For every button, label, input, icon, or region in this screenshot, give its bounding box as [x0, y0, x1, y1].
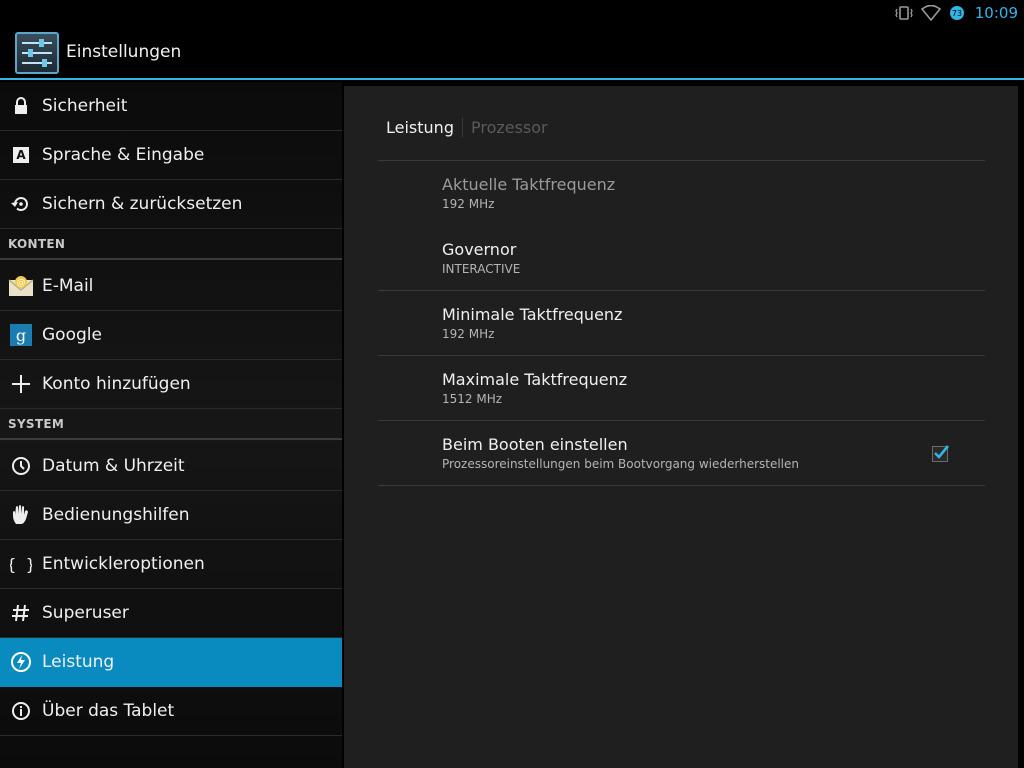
hash-icon: [0, 589, 42, 638]
sidebar-item-add-account[interactable]: Konto hinzufügen: [0, 360, 342, 409]
sidebar-item-label: Leistung: [42, 652, 115, 672]
sidebar-item-about[interactable]: Über das Tablet: [0, 687, 342, 736]
performance-icon: [0, 638, 42, 687]
svg-text:g: g: [16, 326, 26, 345]
sidebar-item-label: Konto hinzufügen: [42, 374, 191, 394]
svg-text:{ }: { }: [10, 555, 32, 574]
pref-summary: 192 MHz: [442, 197, 495, 211]
sidebar-item-label: Sicherheit: [42, 96, 128, 116]
backup-icon: [0, 180, 42, 229]
battery-level: 73: [952, 9, 962, 18]
section-header-system: SYSTEM: [0, 409, 342, 440]
section-header-accounts: KONTEN: [0, 229, 342, 260]
status-bar: 73 10:09: [0, 0, 1024, 25]
divider: [378, 355, 985, 356]
braces-icon: { }: [0, 540, 42, 589]
pref-current-frequency: Aktuelle Taktfrequenz 192 MHz: [442, 175, 615, 211]
svg-text:A: A: [16, 148, 26, 162]
email-icon: @: [0, 262, 42, 311]
main-panel: Leistung Prozessor Aktuelle Taktfrequenz…: [344, 86, 1018, 768]
sidebar-item-label: Sichern & zurücksetzen: [42, 194, 243, 214]
settings-sliders-icon[interactable]: [15, 32, 59, 74]
tab-bar: Leistung Prozessor: [386, 116, 548, 138]
pref-title: Aktuelle Taktfrequenz: [442, 175, 616, 194]
sidebar-item-developer-options[interactable]: { } Entwickleroptionen: [0, 540, 342, 589]
add-icon: [0, 360, 42, 409]
sidebar-item-performance[interactable]: Leistung: [0, 638, 342, 687]
action-bar: Einstellungen: [0, 25, 1024, 80]
divider: [378, 485, 985, 486]
vibrate-icon: [895, 5, 913, 21]
hand-icon: [0, 491, 42, 540]
sidebar: Sicherheit A Sprache & Eingabe Sichern &…: [0, 82, 342, 768]
pref-summary: Prozessoreinstellungen beim Bootvorgang …: [442, 457, 799, 471]
pref-set-on-boot[interactable]: Beim Booten einstellen Prozessoreinstell…: [442, 435, 799, 471]
language-icon: A: [0, 131, 42, 180]
sidebar-item-label: Sprache & Eingabe: [42, 145, 205, 165]
divider: [378, 290, 985, 291]
sidebar-item-label: Über das Tablet: [42, 701, 175, 721]
clock: 10:09: [974, 3, 1018, 22]
pref-summary: 1512 MHz: [442, 392, 503, 406]
sidebar-item-label: Google: [42, 325, 102, 345]
pref-max-frequency[interactable]: Maximale Taktfrequenz 1512 MHz: [442, 370, 627, 406]
pref-summary: 192 MHz: [442, 327, 495, 341]
divider: [378, 420, 985, 421]
sidebar-item-label: E-Mail: [42, 276, 94, 296]
sidebar-item-backup[interactable]: Sichern & zurücksetzen: [0, 180, 342, 229]
pref-title: Maximale Taktfrequenz: [442, 370, 628, 389]
sidebar-item-security[interactable]: Sicherheit: [0, 82, 342, 131]
sidebar-item-accessibility[interactable]: Bedienungshilfen: [0, 491, 342, 540]
sidebar-item-superuser[interactable]: Superuser: [0, 589, 342, 638]
pref-governor[interactable]: Governor INTERACTIVE: [442, 240, 520, 276]
clock-icon: [0, 442, 42, 491]
sidebar-item-language[interactable]: A Sprache & Eingabe: [0, 131, 342, 180]
tab-processor[interactable]: Prozessor: [463, 118, 548, 137]
page-title: Einstellungen: [66, 42, 182, 62]
pref-title: Beim Booten einstellen: [442, 435, 628, 454]
sidebar-item-label: Bedienungshilfen: [42, 505, 190, 525]
info-icon: [0, 687, 42, 736]
pref-title: Governor: [442, 240, 517, 259]
svg-text:@: @: [17, 278, 26, 288]
checkmark-icon: [934, 445, 950, 459]
sidebar-item-label: Datum & Uhrzeit: [42, 456, 185, 476]
sidebar-item-google[interactable]: g Google: [0, 311, 342, 360]
sidebar-item-date-time[interactable]: Datum & Uhrzeit: [0, 442, 342, 491]
divider: [378, 160, 985, 161]
sidebar-item-email[interactable]: @ E-Mail: [0, 262, 342, 311]
tab-performance[interactable]: Leistung: [386, 117, 463, 137]
sidebar-item-label: Entwickleroptionen: [42, 554, 205, 574]
lock-icon: [0, 82, 42, 131]
sidebar-item-label: Superuser: [42, 603, 129, 623]
set-on-boot-checkbox[interactable]: [932, 445, 950, 462]
wifi-icon: [920, 4, 941, 21]
battery-icon: 73: [949, 5, 965, 21]
pref-summary: INTERACTIVE: [442, 262, 521, 276]
section-label: SYSTEM: [8, 417, 65, 431]
pref-min-frequency[interactable]: Minimale Taktfrequenz 192 MHz: [442, 305, 622, 341]
pref-title: Minimale Taktfrequenz: [442, 305, 623, 324]
status-icons: 73 10:09: [895, 0, 1018, 25]
google-icon: g: [0, 311, 42, 360]
section-label: KONTEN: [8, 237, 66, 251]
